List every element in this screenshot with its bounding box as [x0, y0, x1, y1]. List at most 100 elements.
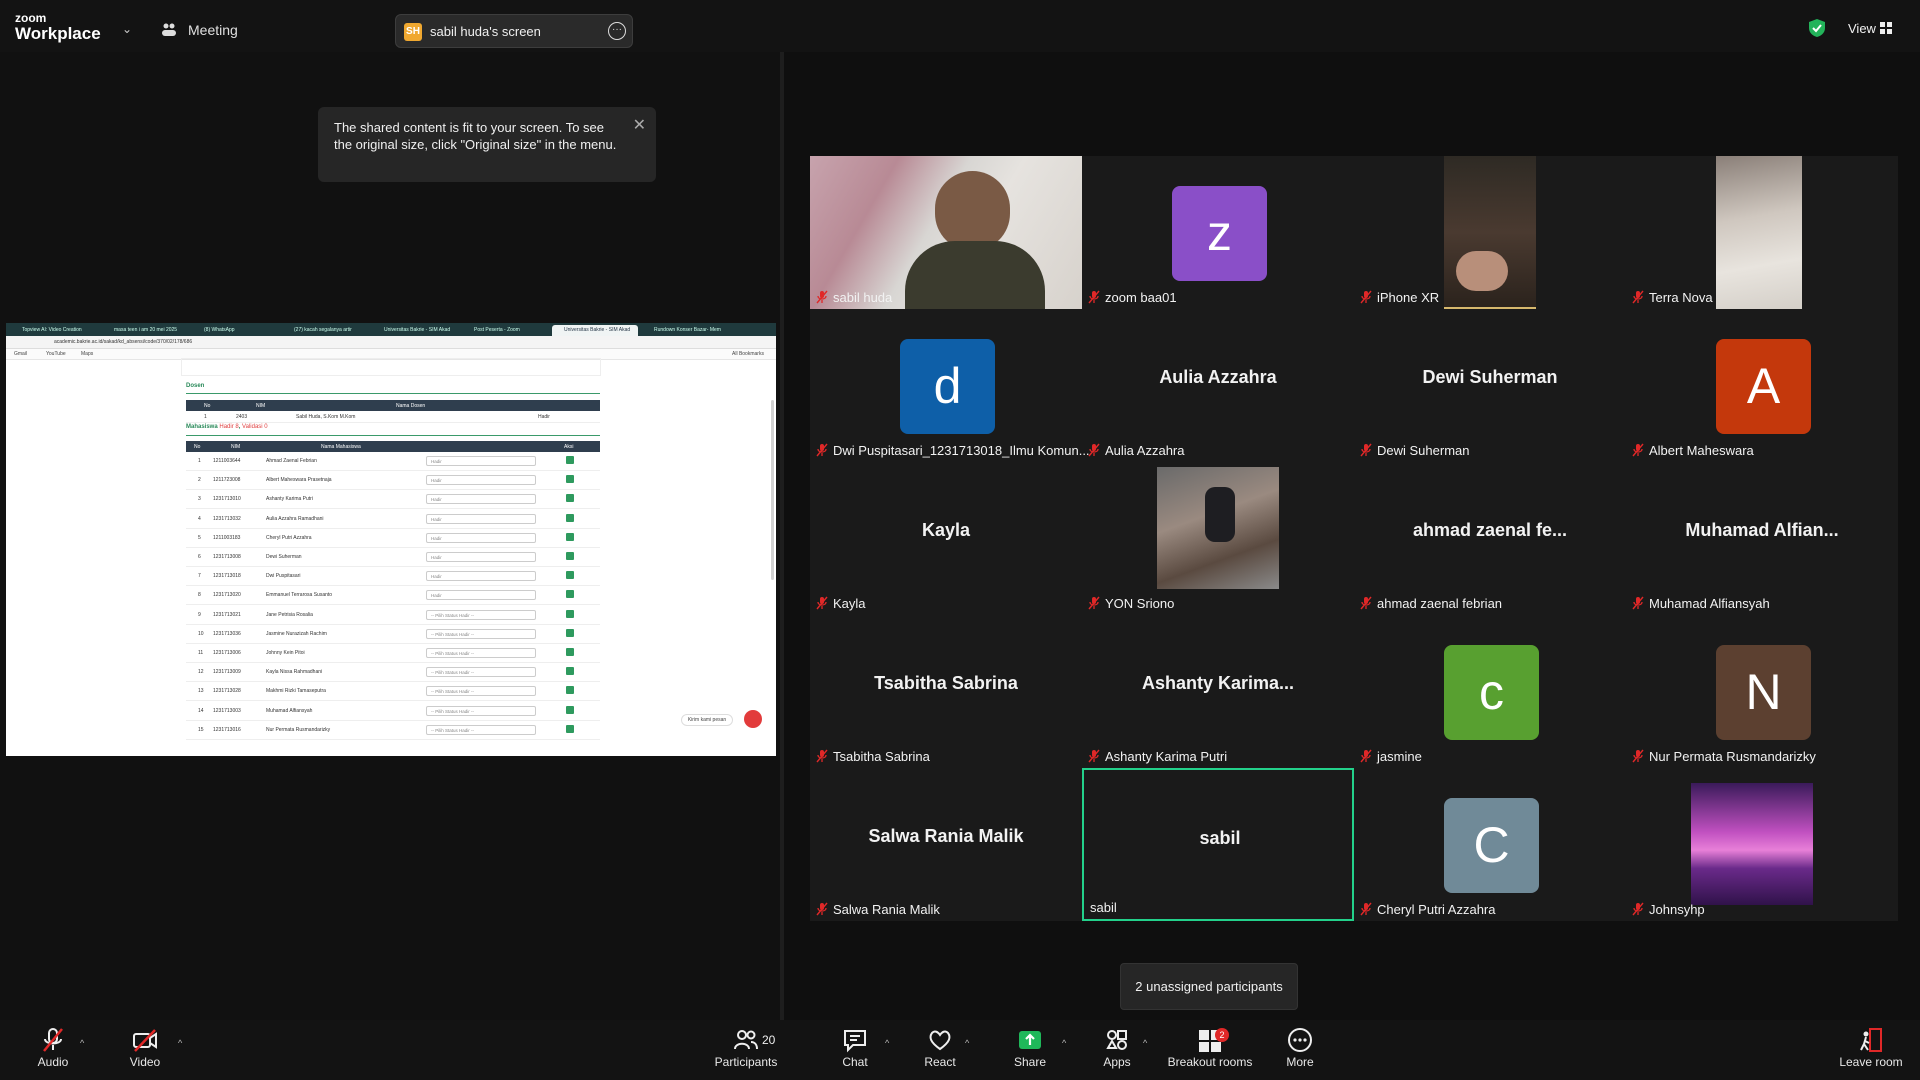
participant-tile[interactable]: sabil sabil: [1082, 768, 1354, 921]
more-options-icon[interactable]: ···: [608, 22, 626, 40]
participant-tile[interactable]: sabil huda: [810, 156, 1082, 309]
row-no: 6: [198, 554, 201, 560]
more-icon: [1288, 1028, 1312, 1052]
participant-tile[interactable]: Aulia Azzahra Aulia Azzahra: [1082, 309, 1354, 462]
row-nim: 1231713010: [213, 496, 241, 503]
leave-room-button[interactable]: Leave room: [1835, 1026, 1907, 1078]
view-menu[interactable]: View: [1848, 21, 1876, 36]
more-button[interactable]: More: [1275, 1026, 1325, 1078]
microphone-muted-icon: [43, 1028, 63, 1052]
save-action-icon: [566, 494, 574, 503]
share-label: Share: [1013, 1055, 1047, 1069]
status-select: Hadir: [426, 494, 536, 505]
participants-label: Participants: [714, 1055, 778, 1069]
save-action-icon: [566, 724, 574, 733]
share-options-chevron-icon[interactable]: ^: [1062, 1038, 1066, 1048]
shield-check-icon[interactable]: [1808, 18, 1826, 38]
apps-options-chevron-icon[interactable]: ^: [1143, 1038, 1147, 1048]
top-bar: zoom Workplace ⌄ Meeting SH sabil huda's…: [0, 0, 1920, 52]
apps-icon: [1106, 1030, 1127, 1050]
participant-avatar: N: [1716, 645, 1811, 740]
video-options-chevron-icon[interactable]: ^: [178, 1038, 182, 1048]
participant-name-label: Aulia Azzahra: [1088, 442, 1185, 458]
row-name: Aulia Azzahra Ramadhani: [266, 515, 324, 522]
participant-tile[interactable]: Tsabitha Sabrina Tsabitha Sabrina: [810, 615, 1082, 768]
status-select: -- Pilih Status Hadir --: [426, 705, 536, 716]
participant-tile[interactable]: Johnsyhp: [1626, 768, 1898, 921]
row-nim: 1231713021: [213, 611, 241, 618]
participant-display-name: Tsabitha Sabrina: [874, 673, 1018, 693]
participant-tile[interactable]: Dewi Suherman Dewi Suherman: [1354, 309, 1626, 462]
participant-tile[interactable]: A Albert Maheswara: [1626, 309, 1898, 462]
fit-screen-tooltip: The shared content is fit to your screen…: [318, 107, 656, 182]
row-no: 14: [198, 707, 204, 714]
participant-tile[interactable]: z zoom baa01: [1082, 156, 1354, 309]
mahasiswa-table-header: No NIM Nama Mahasiswa Aksi: [186, 441, 600, 452]
save-action-icon: [566, 552, 574, 560]
split-divider[interactable]: [780, 52, 784, 1020]
video-feed: [1716, 156, 1802, 309]
muted-mic-icon: [1632, 290, 1644, 304]
muted-mic-icon: [1360, 596, 1372, 610]
participant-name-label: Dwi Puspitasari_1231713018_Ilmu Komun...: [816, 442, 1090, 458]
row-nim: 1231713016: [213, 726, 241, 733]
participant-name-label: Dewi Suherman: [1360, 442, 1470, 458]
row-nim: 1231713036: [213, 630, 241, 637]
grid-view-icon[interactable]: [1880, 22, 1892, 34]
participant-tile[interactable]: N Nur Permata Rusmandarizky: [1626, 615, 1898, 768]
breakout-rooms-button[interactable]: Breakout rooms: [1165, 1026, 1255, 1078]
profile-photo: [1691, 783, 1813, 905]
save-action-icon: [566, 513, 574, 522]
muted-mic-icon: [1088, 749, 1100, 763]
row-no: 1: [198, 458, 201, 464]
table-row: 13 1231713028 Makhmi Rizki Tamaseputra -- P…: [186, 682, 600, 702]
row-no: 15: [198, 726, 204, 733]
chevron-down-icon[interactable]: ⌄: [122, 22, 132, 36]
row-nim: 1211723008: [213, 477, 241, 484]
close-icon[interactable]: ✕: [633, 115, 646, 135]
participant-tile[interactable]: Terra Nova: [1626, 156, 1898, 309]
video-feed: [810, 156, 1082, 309]
browser-tab: Universitas Bakrie - SIM Akad: [384, 327, 451, 333]
participant-name-label: iPhone XR: [1360, 289, 1439, 305]
participant-name: Johnsyhp: [1649, 901, 1705, 917]
validasi-count: Validasi 0: [242, 424, 268, 430]
participant-tile[interactable]: iPhone XR: [1354, 156, 1626, 309]
participant-name-label: Ashanty Karima Putri: [1088, 748, 1227, 764]
meeting-menu[interactable]: Meeting: [188, 22, 238, 38]
participant-tile[interactable]: d Dwi Puspitasari_1231713018_Ilmu Komun..…: [810, 309, 1090, 462]
participant-tile[interactable]: Muhamad Alfian... Muhamad Alfiansyah: [1626, 462, 1898, 615]
status-select: Hadir: [426, 590, 536, 601]
row-no: 7: [198, 573, 201, 580]
audio-options-chevron-icon[interactable]: ^: [80, 1038, 84, 1048]
participant-tile[interactable]: Ashanty Karima... Ashanty Karima Putri: [1082, 615, 1354, 768]
participant-tile[interactable]: YON Sriono: [1082, 462, 1354, 615]
participant-tile[interactable]: c jasmine: [1354, 615, 1626, 768]
chat-options-chevron-icon[interactable]: ^: [885, 1038, 889, 1048]
react-options-chevron-icon[interactable]: ^: [965, 1038, 969, 1048]
meeting-icon[interactable]: [160, 21, 178, 39]
participant-tile[interactable]: Kayla Kayla: [810, 462, 1082, 615]
table-row: 12 1231713009 Kayla Nissa Rahmadhani -- Pil…: [186, 663, 600, 683]
participant-tile[interactable]: C Cheryl Putri Azzahra: [1354, 768, 1626, 921]
row-nim: 1231713009: [213, 669, 241, 676]
section-line: [186, 393, 600, 394]
react-button[interactable]: React: [915, 1026, 965, 1078]
audio-button[interactable]: Audio: [28, 1026, 78, 1078]
attendance-page: Dosen No NIM Nama Dosen 1 2403 Sabil Hud…: [6, 358, 776, 756]
apps-button[interactable]: Apps: [1092, 1026, 1142, 1078]
muted-mic-icon: [1632, 902, 1644, 916]
video-button[interactable]: Video: [120, 1026, 170, 1078]
chat-button[interactable]: Chat: [830, 1026, 880, 1078]
share-indicator[interactable]: SH sabil huda's screen ···: [395, 14, 633, 48]
zoom-workplace-logo[interactable]: zoom Workplace: [15, 12, 101, 42]
table-row: 3 1231713010 Ashanty Karima Putri Hadir: [186, 490, 600, 510]
participant-tile[interactable]: Salwa Rania Malik Salwa Rania Malik: [810, 768, 1082, 921]
bookmark: All Bookmarks: [732, 351, 764, 357]
cell: 1: [204, 414, 207, 420]
row-no: 11: [198, 650, 204, 656]
share-button[interactable]: Share: [1005, 1026, 1055, 1078]
share-screen-icon: [1019, 1031, 1041, 1049]
participant-tile[interactable]: ahmad zaenal fe... ahmad zaenal febrian: [1354, 462, 1626, 615]
col-header: Nama Mahasiswa: [321, 444, 361, 450]
